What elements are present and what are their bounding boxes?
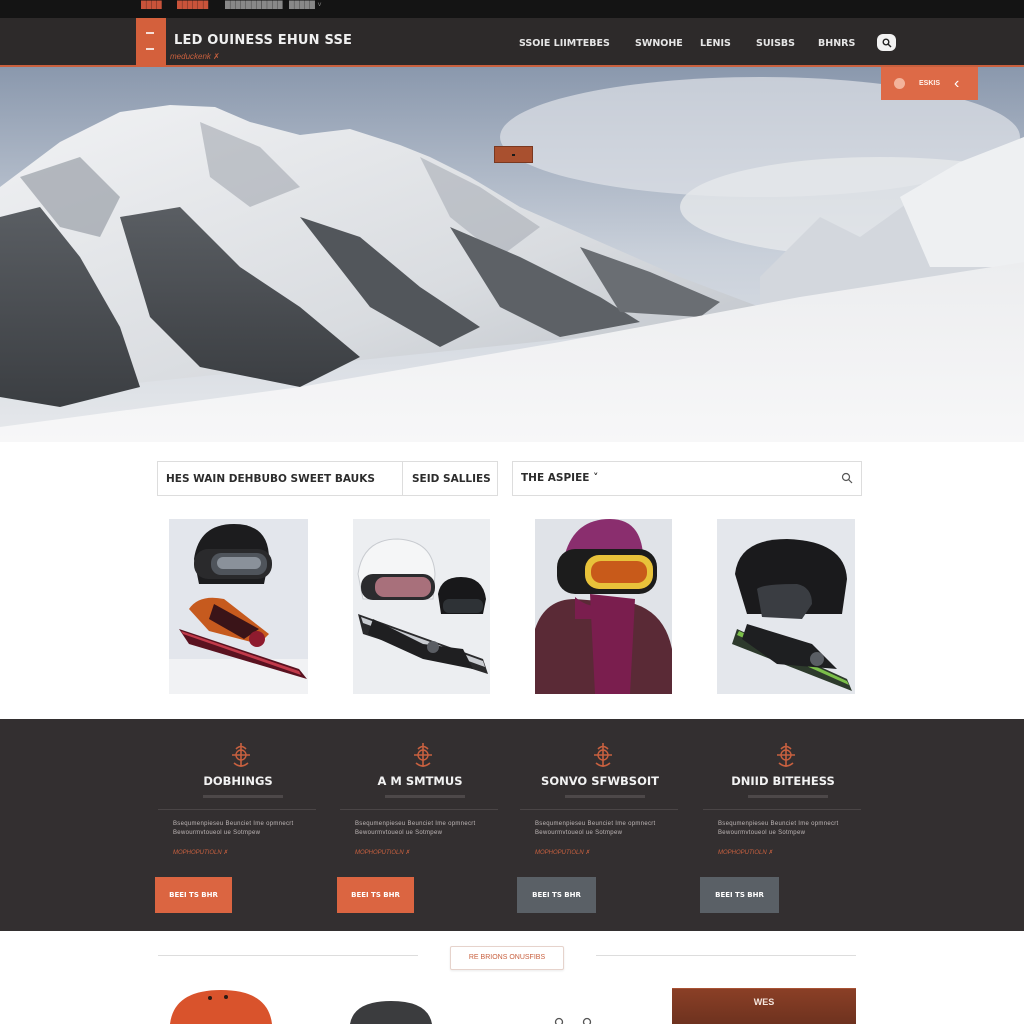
utility-link-2[interactable]: ██████ [177, 2, 209, 9]
filter-divider [402, 462, 403, 495]
nav-link-3[interactable]: LENIS [700, 38, 731, 49]
feature-divider [340, 809, 498, 810]
product-card-white-helmet[interactable] [353, 519, 490, 694]
feature-title: A M SMTMUS [377, 774, 463, 788]
hero-slide-button[interactable] [494, 146, 533, 163]
feature-link[interactable]: MOPHOPUTIOLN ✗ [535, 849, 590, 856]
nav-link-4[interactable]: SUISBS [756, 38, 795, 49]
black-helmet-product[interactable] [350, 1000, 432, 1024]
feature-title: DNIID BITEHESS [731, 774, 835, 788]
promo-title: WES [753, 997, 775, 1007]
feature-title: DOBHINGS [203, 774, 273, 788]
badge-icon [894, 78, 905, 89]
section-divider-right [596, 955, 856, 956]
nav-link-5[interactable]: BHNRS [818, 38, 855, 49]
ski-emblem-icon [777, 743, 795, 767]
search-bar[interactable] [512, 461, 862, 496]
section-divider-left [158, 955, 418, 956]
search-icon [882, 38, 891, 47]
brand-tagline: meduckenk ✗ [170, 52, 220, 61]
ski-emblem-icon [232, 743, 250, 767]
feature-divider [158, 809, 316, 810]
hero-cta-label: ESKIS [919, 80, 941, 87]
feature-subtitle-bar [385, 795, 465, 798]
product-card-goggles-rider[interactable] [535, 519, 672, 694]
feature-text: Bsequmenpieseu Beunciet Ime opmnecrt Bew… [535, 821, 656, 836]
logo-badge[interactable] [136, 18, 166, 67]
nav-link-2[interactable]: SWNOHE [635, 38, 683, 49]
feature-button[interactable]: BEEI TS BHR [517, 877, 596, 913]
feature-text: Bsequmenpieseu Beunciet Ime opmnecrt Bew… [355, 821, 476, 836]
search-icon[interactable] [841, 472, 853, 484]
feature-link[interactable]: MOPHOPUTIOLN ✗ [718, 849, 773, 856]
search-input[interactable] [521, 472, 821, 484]
goggles-strap-icon [554, 1017, 592, 1024]
utility-dropdown[interactable]: █████ ˅ [289, 2, 322, 9]
orange-helmet-product[interactable] [170, 988, 272, 1024]
feature-text: Bsequmenpieseu Beunciet Ime opmnecrt Bew… [173, 821, 294, 836]
feature-subtitle-bar [748, 795, 828, 798]
main-navbar: LED OUINESS EHUN SSE meduckenk ✗ SSOIE L… [0, 18, 1024, 67]
utility-bar: ████ ██████ ███████████ █████ ˅ [0, 0, 1024, 18]
feature-subtitle-bar [203, 795, 283, 798]
feature-button[interactable]: BEEI TS BHR [700, 877, 779, 913]
hero-cta-button[interactable]: ESKIS ‹ [881, 67, 978, 100]
feature-title: SONVO SFWBSOIT [541, 774, 659, 788]
feature-column-4: DNIID BITEHESS Bsequmenpieseu Beunciet I… [700, 719, 873, 931]
feature-column-1: DOBHINGS Bsequmenpieseu Beunciet Ime opm… [155, 719, 328, 931]
feature-text: Bsequmenpieseu Beunciet Ime opmnecrt Bew… [718, 821, 839, 836]
filter-sort-label[interactable]: SEID SALLIES [412, 473, 491, 485]
utility-link-3[interactable]: ███████████ [225, 2, 283, 9]
utility-link-1[interactable]: ████ [141, 2, 162, 9]
ski-emblem-icon [594, 743, 612, 767]
product-card-helmet-goggles[interactable] [169, 519, 308, 694]
promo-card[interactable]: WES [672, 988, 856, 1024]
feature-divider [703, 809, 861, 810]
category-filter[interactable]: HES WAIN DEHBUBO SWEET BAUKS SEID SALLIE… [157, 461, 498, 496]
product-card-black-helmet[interactable] [717, 519, 855, 694]
feature-divider [520, 809, 678, 810]
nav-search-button[interactable] [877, 34, 896, 51]
feature-button[interactable]: BEEI TS BHR [337, 877, 414, 913]
chevron-left-icon: ‹ [954, 74, 960, 92]
feature-link[interactable]: MOPHOPUTIOLN ✗ [173, 849, 228, 856]
feature-subtitle-bar [565, 795, 645, 798]
ski-emblem-icon [414, 743, 432, 767]
feature-column-2: A M SMTMUS Bsequmenpieseu Beunciet Ime o… [337, 719, 510, 931]
nav-link-1[interactable]: SSOIE LIIMTEBES [519, 38, 610, 49]
mountain-photo [0, 67, 1024, 442]
feature-column-3: SONVO SFWBSOIT Bsequmenpieseu Beunciet I… [517, 719, 690, 931]
feature-link[interactable]: MOPHOPUTIOLN ✗ [355, 849, 410, 856]
hero-banner [0, 67, 1024, 442]
brand-name[interactable]: LED OUINESS EHUN SSE [174, 33, 352, 48]
filter-category-label[interactable]: HES WAIN DEHBUBO SWEET BAUKS [166, 473, 375, 485]
section-heading-pill[interactable]: RE BRIONS ONUSFIBS [450, 946, 564, 970]
feature-button[interactable]: BEEI TS BHR [155, 877, 232, 913]
